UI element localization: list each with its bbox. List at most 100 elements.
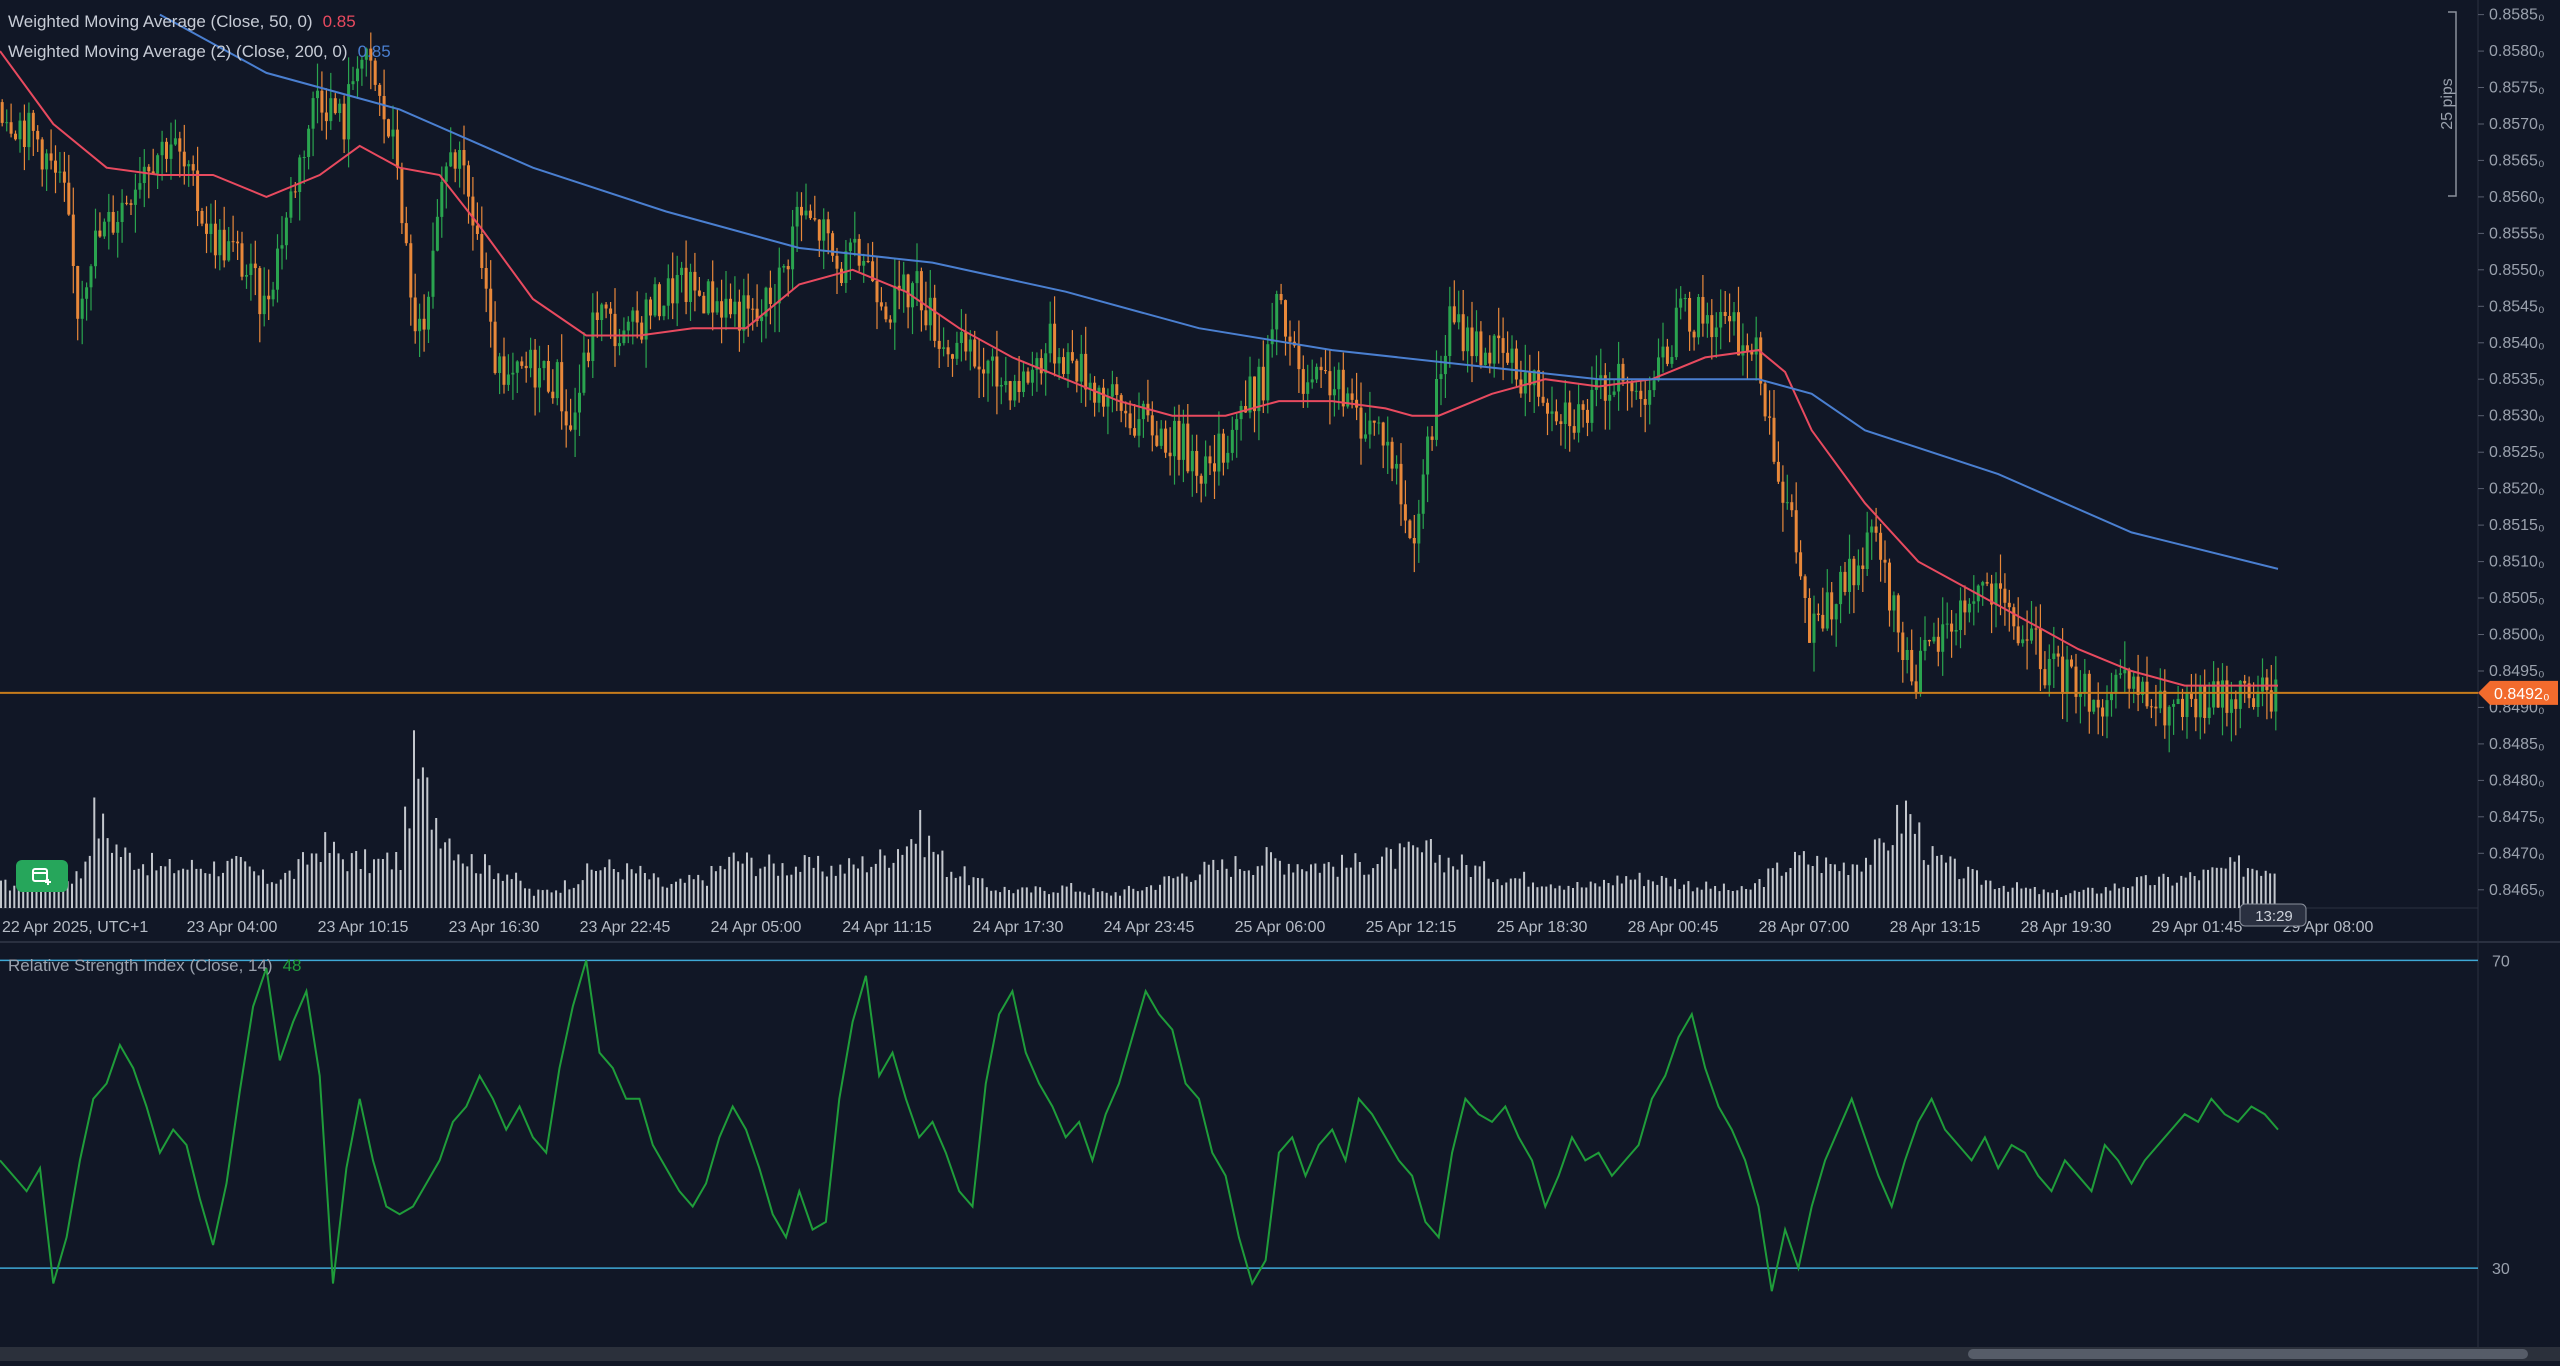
- volume-bar: [1456, 869, 1459, 908]
- volume-bar: [683, 882, 686, 908]
- volume-bar: [1212, 859, 1215, 908]
- legend-wma50-label: Weighted Moving Average (Close, 50, 0): [8, 12, 313, 31]
- candle-body: [595, 312, 599, 320]
- candle-body: [80, 298, 84, 319]
- candle-body: [879, 302, 883, 307]
- volume-bar: [1767, 868, 1770, 908]
- candle-body: [1284, 300, 1287, 337]
- volume-bar: [1310, 864, 1312, 908]
- volume-bar: [1074, 891, 1077, 908]
- candle-body: [1030, 369, 1034, 383]
- candle-body: [991, 356, 994, 361]
- candle-body: [1732, 312, 1736, 322]
- candle-body: [493, 321, 497, 373]
- time-label: 28 Apr 00:45: [1628, 919, 1719, 936]
- volume-bar: [1247, 870, 1250, 908]
- price-tick-label: 0.8530₀: [2489, 408, 2545, 425]
- candle-body: [2123, 669, 2127, 674]
- candle-body: [1999, 583, 2002, 589]
- volume-bar: [661, 886, 664, 908]
- volume-bar: [199, 868, 202, 908]
- candle-body: [1053, 323, 1057, 364]
- volume-bar: [1940, 854, 1943, 908]
- candle-body: [1062, 357, 1065, 374]
- volume-bar: [2060, 897, 2063, 908]
- volume-bar: [701, 880, 704, 908]
- volume-bar: [270, 882, 273, 908]
- candle-body: [1390, 441, 1394, 469]
- volume-bar: [1465, 865, 1468, 908]
- candle-body: [1497, 335, 1501, 339]
- candle-body: [422, 318, 426, 330]
- legend-rsi[interactable]: Relative Strength Index (Close, 14) 48: [8, 956, 302, 976]
- volume-bar: [825, 876, 828, 908]
- volume-bar: [617, 872, 620, 908]
- volume-bar: [919, 810, 922, 908]
- volume-bar: [572, 887, 575, 908]
- volume-bar: [1643, 886, 1645, 908]
- candle-body: [2083, 673, 2087, 692]
- candle-body: [1874, 526, 1878, 533]
- scrollbar-thumb[interactable]: [1968, 1349, 2528, 1359]
- volume-bar: [97, 838, 100, 908]
- candle-body: [324, 112, 328, 122]
- volume-bar: [714, 871, 717, 908]
- volume-bar: [1003, 886, 1006, 908]
- candle-body: [1848, 558, 1851, 592]
- volume-bar: [497, 873, 500, 908]
- candle-body: [1026, 371, 1030, 383]
- candle-body: [1013, 381, 1017, 401]
- volume-bar: [2033, 887, 2036, 908]
- candle-body: [1799, 552, 1803, 577]
- candle-body: [413, 297, 417, 332]
- chart-canvas[interactable]: 0.8585₀ 0.8580₀ 0.8575₀ 0.8570₀ 0.8565₀ 0.856…: [0, 0, 2560, 1361]
- candle-body: [76, 266, 80, 319]
- time-label: 23 Apr 04:00: [187, 919, 278, 936]
- volume-bar: [306, 864, 309, 908]
- candle-body: [1892, 595, 1896, 611]
- volume-bar: [346, 871, 349, 908]
- candle-body: [1439, 374, 1443, 379]
- chart-root[interactable]: 0.8585₀ 0.8580₀ 0.8575₀ 0.8570₀ 0.8565₀ 0.856…: [0, 0, 2560, 1361]
- volume-bar: [1500, 885, 1503, 908]
- volume-bar: [195, 868, 198, 908]
- volume-bar: [1754, 883, 1756, 908]
- candle-body: [822, 219, 826, 241]
- candle-body: [1856, 565, 1860, 586]
- volume-bar: [790, 874, 793, 908]
- volume-bar: [2251, 868, 2254, 908]
- candle-body: [635, 310, 639, 323]
- volume-bar: [852, 864, 855, 908]
- calendar-plus-button[interactable]: [16, 860, 68, 892]
- volume-bar: [1980, 884, 1983, 908]
- candle-body: [697, 290, 701, 296]
- volume-bar: [377, 858, 380, 908]
- candle-body: [2172, 704, 2176, 707]
- volume-bar: [1558, 885, 1561, 908]
- legend-wma200[interactable]: Weighted Moving Average (2) (Close, 200,…: [8, 42, 391, 62]
- volume-bar: [1283, 874, 1286, 908]
- volume-bar: [350, 853, 353, 908]
- volume-bar: [1798, 855, 1801, 908]
- volume-bar: [1447, 857, 1450, 908]
- volume-bar: [266, 883, 269, 908]
- volume-bar: [848, 858, 851, 908]
- volume-bar: [803, 855, 806, 908]
- volume-bar: [88, 855, 91, 908]
- volume-bar: [275, 883, 278, 908]
- candle-body: [1150, 415, 1154, 436]
- volume-bar: [1469, 877, 1472, 908]
- candle-body: [165, 141, 168, 159]
- volume-bar: [381, 859, 384, 908]
- candle-body: [1221, 433, 1225, 463]
- volume-bar: [373, 859, 375, 908]
- volume-bar: [652, 873, 655, 908]
- candle-body: [1812, 613, 1816, 643]
- candle-body: [1737, 312, 1740, 356]
- candle-body: [1834, 604, 1838, 620]
- volume-bar: [479, 873, 482, 908]
- volume-bar: [2193, 876, 2196, 908]
- volume-bar: [1909, 814, 1912, 908]
- legend-wma50[interactable]: Weighted Moving Average (Close, 50, 0) 0.…: [8, 12, 356, 32]
- candle-body: [267, 295, 271, 300]
